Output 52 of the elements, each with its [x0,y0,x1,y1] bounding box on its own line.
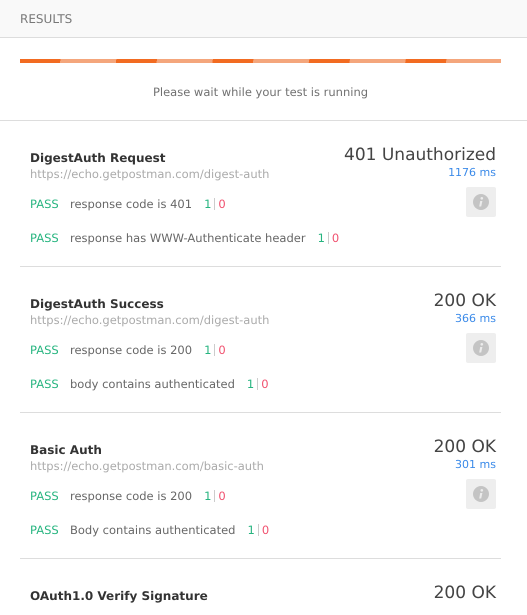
test-name: body contains authenticated [70,377,235,391]
count-divider [214,198,216,210]
info-button[interactable] [466,479,496,509]
test-result: PASS [30,377,60,391]
count-divider [214,344,216,356]
count-divider [328,232,329,244]
request-name: OAuth1.0 Verify Signature [30,589,208,603]
response-status: 200 OK [434,583,496,603]
test-name: response code is 200 [70,343,192,357]
info-button[interactable] [466,333,496,363]
count-divider [257,378,258,390]
request-name: Basic Auth [30,443,103,457]
response-time: 1176 ms [447,166,496,179]
request-name: DigestAuth Success [30,297,165,311]
info-icon [473,340,489,356]
pass-count: 1 [318,231,325,245]
test-result: PASS [30,489,60,503]
fail-count: 0 [218,489,226,503]
pass-count: 1 [246,377,254,391]
status-message: Please wait while your test is running [152,85,370,99]
count-divider [214,490,216,502]
test-name: Body contains authenticated [70,523,236,537]
request-url: https://echo.getpostman.com/digest-auth [30,313,270,327]
pass-count: 1 [247,523,255,537]
fail-count: 0 [218,343,226,357]
fail-count: 0 [261,377,269,391]
test-name: response has WWW-Authenticate header [70,231,306,245]
test-result: PASS [30,231,60,245]
pass-count: 1 [204,489,212,503]
info-icon [473,194,489,210]
response-status: 200 OK [434,291,496,311]
response-time: 301 ms [454,458,496,471]
response-status: 401 Unauthorized [344,145,496,165]
test-name: response code is 200 [70,489,192,503]
test-result: PASS [30,523,60,537]
response-time: 366 ms [454,312,496,325]
info-button[interactable] [466,187,496,217]
fail-count: 0 [332,231,340,245]
pass-count: 1 [204,343,212,357]
panel-title: RESULTS [20,12,72,26]
test-name: response code is 401 [70,197,192,211]
pass-count: 1 [204,197,212,211]
request-name: DigestAuth Request [30,151,166,165]
test-result: PASS [30,343,60,357]
info-icon [473,486,489,502]
count-divider [258,524,259,536]
test-result: PASS [30,197,60,211]
fail-count: 0 [218,197,226,211]
response-status: 200 OK [434,437,496,457]
request-url: https://echo.getpostman.com/basic-auth [30,459,264,473]
fail-count: 0 [262,523,270,537]
request-url: https://echo.getpostman.com/digest-auth [30,167,270,181]
